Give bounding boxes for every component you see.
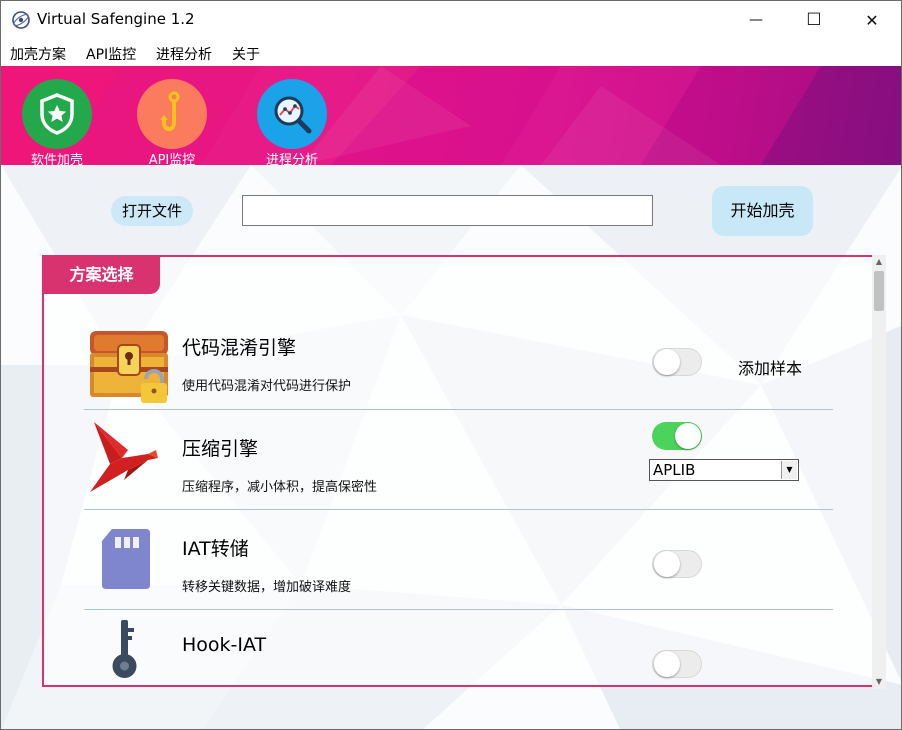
toggle-knob xyxy=(654,349,680,375)
sd-card-icon xyxy=(102,529,150,589)
select-value: APLIB xyxy=(653,461,696,479)
tool-software-packing[interactable]: 软件加壳 xyxy=(17,79,97,165)
hook-icon xyxy=(137,79,207,149)
toggle-knob xyxy=(654,651,680,677)
toggle-knob xyxy=(654,551,680,577)
close-button[interactable]: ✕ xyxy=(843,1,901,39)
add-sample-button[interactable]: 添加样本 xyxy=(738,355,802,379)
hook-iat-toggle[interactable] xyxy=(652,650,702,678)
menu-packing-scheme[interactable]: 加壳方案 xyxy=(10,44,66,64)
tool-banner: 软件加壳 API监控 进程分析 xyxy=(1,66,901,165)
chevron-down-icon: ▼ xyxy=(781,461,797,479)
iat-dump-toggle[interactable] xyxy=(652,550,702,578)
scroll-down-icon[interactable]: ▼ xyxy=(872,675,886,689)
option-row-hook-iat: Hook-IAT xyxy=(84,610,833,685)
main-content: 打开文件 开始加壳 方案选择 代码混淆引擎 使用代码混淆对代码进行保护 添加样本… xyxy=(1,165,901,729)
app-window: Virtual Safengine 1.2 — ☐ ✕ 加壳方案 API监控 进… xyxy=(0,0,902,730)
start-packing-button[interactable]: 开始加壳 xyxy=(712,186,813,236)
red-bird-icon xyxy=(90,422,158,492)
shield-star-icon xyxy=(22,79,92,149)
file-path-input[interactable] xyxy=(242,195,653,226)
scroll-up-icon[interactable]: ▲ xyxy=(872,255,886,269)
scroll-thumb[interactable] xyxy=(874,271,884,311)
maximize-button[interactable]: ☐ xyxy=(785,1,843,39)
panel-scrollbar[interactable]: ▲ ▼ xyxy=(872,255,886,689)
close-icon: ✕ xyxy=(865,10,879,30)
option-description: 转移关键数据，增加破译难度 xyxy=(182,580,352,595)
toggle-knob xyxy=(675,423,701,449)
treasure-chest-icon xyxy=(90,331,168,403)
tool-label: API监控 xyxy=(148,153,196,165)
open-file-button[interactable]: 打开文件 xyxy=(111,196,193,226)
compression-algorithm-select[interactable]: APLIB ▼ xyxy=(649,459,799,481)
option-description: 压缩程序，减小体积，提高保密性 xyxy=(182,480,378,495)
tool-api-monitor[interactable]: API监控 xyxy=(132,79,212,165)
option-title: 代码混淆引擎 xyxy=(182,337,297,359)
option-row-obfuscation: 代码混淆引擎 使用代码混淆对代码进行保护 添加样本 xyxy=(84,310,833,410)
option-title: Hook-IAT xyxy=(182,634,267,656)
title-bar[interactable]: Virtual Safengine 1.2 — ☐ ✕ xyxy=(1,1,901,39)
option-row-compression: 压缩引擎 压缩程序，减小体积，提高保密性 APLIB ▼ xyxy=(84,410,833,510)
option-title: IAT转储 xyxy=(182,538,249,560)
tool-label: 软件加壳 xyxy=(30,153,83,165)
tool-process-analysis[interactable]: 进程分析 xyxy=(252,79,332,165)
menu-process-analysis[interactable]: 进程分析 xyxy=(156,44,212,64)
option-description: 使用代码混淆对代码进行保护 xyxy=(182,379,352,394)
app-logo-icon xyxy=(12,11,30,29)
magnifier-chart-icon xyxy=(257,79,327,149)
window-title: Virtual Safengine 1.2 xyxy=(37,10,195,28)
menu-about[interactable]: 关于 xyxy=(232,44,260,64)
minimize-icon: — xyxy=(749,12,763,28)
option-title: 压缩引擎 xyxy=(182,438,259,460)
maximize-icon: ☐ xyxy=(806,10,822,30)
scheme-panel: 方案选择 代码混淆引擎 使用代码混淆对代码进行保护 添加样本 压缩引擎 压缩程序… xyxy=(42,255,874,687)
tool-label: 进程分析 xyxy=(265,153,318,165)
obfuscation-toggle[interactable] xyxy=(652,348,702,376)
option-row-iat-dump: IAT转储 转移关键数据，增加破译难度 xyxy=(84,510,833,610)
menu-bar: 加壳方案 API监控 进程分析 关于 xyxy=(1,39,901,66)
compression-toggle[interactable] xyxy=(652,422,702,450)
panel-tab: 方案选择 xyxy=(44,257,160,294)
menu-api-monitor[interactable]: API监控 xyxy=(86,44,136,64)
key-icon xyxy=(112,620,137,678)
minimize-button[interactable]: — xyxy=(727,1,785,39)
